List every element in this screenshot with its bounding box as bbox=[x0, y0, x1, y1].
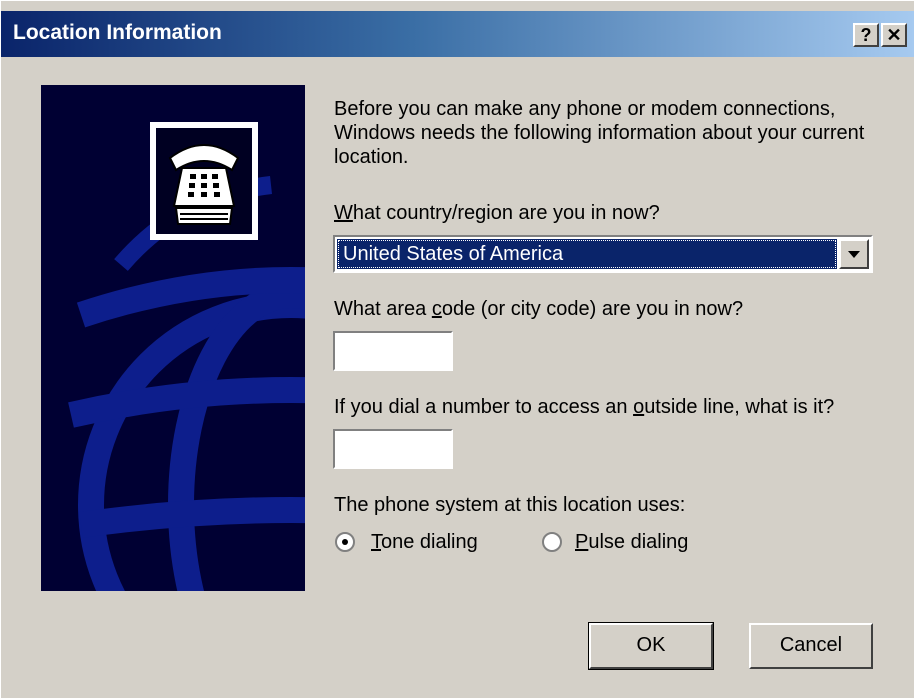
tone-dialing-radio[interactable] bbox=[335, 532, 355, 552]
tone-dialing-label[interactable]: Tone dialing bbox=[371, 530, 478, 554]
help-icon: ? bbox=[860, 25, 872, 45]
country-select[interactable]: United States of America bbox=[333, 235, 873, 273]
phone-icon-frame bbox=[150, 122, 258, 240]
window-title: Location Information bbox=[13, 21, 222, 44]
intro-line: Before you can make any phone or modem c… bbox=[334, 98, 836, 120]
ok-button[interactable]: OK bbox=[588, 622, 714, 670]
cancel-button[interactable]: Cancel bbox=[749, 623, 873, 669]
chevron-down-icon bbox=[848, 251, 860, 258]
country-selected-value: United States of America bbox=[337, 239, 837, 269]
close-button[interactable]: ✕ bbox=[881, 23, 907, 47]
pulse-dialing-label[interactable]: Pulse dialing bbox=[575, 530, 688, 554]
phone-system-label: The phone system at this location uses: bbox=[334, 494, 686, 516]
area-code-input[interactable] bbox=[333, 331, 453, 371]
intro-line: location. bbox=[334, 146, 409, 168]
country-label: What country/region are you in now? bbox=[334, 202, 660, 224]
title-bar[interactable]: Location Information ? ✕ bbox=[1, 11, 914, 57]
intro-text: Before you can make any phone or modem c… bbox=[334, 97, 904, 169]
phone-icon bbox=[156, 128, 252, 234]
country-dropdown-button[interactable] bbox=[839, 239, 869, 269]
area-code-label: What area code (or city code) are you in… bbox=[334, 298, 744, 320]
outside-line-label: If you dial a number to access an outsid… bbox=[334, 396, 835, 418]
close-icon: ✕ bbox=[886, 25, 902, 45]
intro-line: Windows needs the following information … bbox=[334, 122, 865, 144]
pulse-dialing-radio[interactable] bbox=[542, 532, 562, 552]
location-information-dialog: Location Information ? ✕ Before you can … bbox=[0, 0, 914, 698]
outside-line-input[interactable] bbox=[333, 429, 453, 469]
radio-selected-dot bbox=[342, 539, 348, 545]
wizard-banner-image bbox=[41, 85, 305, 591]
help-button[interactable]: ? bbox=[853, 23, 879, 47]
